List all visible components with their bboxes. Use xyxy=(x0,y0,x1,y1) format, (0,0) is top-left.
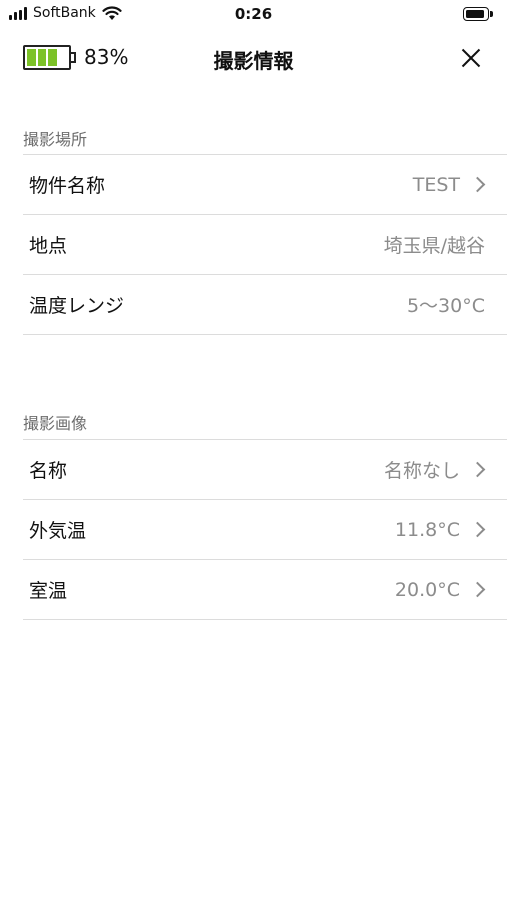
row-temperature-range: 温度レンジ 5～30°C xyxy=(23,275,507,335)
location-list: 物件名称 TEST 地点 埼玉県/越谷 温度レンジ 5～30°C xyxy=(23,154,507,335)
row-property-name[interactable]: 物件名称 TEST xyxy=(23,155,507,215)
row-label: 名称 xyxy=(29,460,68,482)
status-time: 0:26 xyxy=(234,5,273,23)
status-bar: SoftBank 0:26 xyxy=(0,0,507,32)
row-label: 外気温 xyxy=(29,520,87,542)
phone-battery-icon xyxy=(463,7,493,21)
chevron-right-icon xyxy=(469,461,486,478)
row-label: 地点 xyxy=(29,235,68,257)
row-value: 20.0°C xyxy=(394,578,460,601)
section-header-location: 撮影場所 xyxy=(23,130,88,149)
row-value: 11.8°C xyxy=(394,518,460,541)
close-icon[interactable] xyxy=(457,44,485,72)
section-header-image: 撮影画像 xyxy=(23,414,88,433)
row-label: 物件名称 xyxy=(29,175,106,197)
row-location: 地点 埼玉県/越谷 xyxy=(23,215,507,275)
row-value: 5～30°C xyxy=(406,295,485,317)
chevron-right-icon xyxy=(469,521,486,538)
row-value: 埼玉県/越谷 xyxy=(383,235,485,257)
row-label: 温度レンジ xyxy=(29,295,125,317)
chevron-right-icon xyxy=(469,581,486,598)
image-list: 名称 名称なし 外気温 11.8°C 室温 20.0°C xyxy=(23,439,507,620)
row-label: 室温 xyxy=(29,580,68,602)
row-image-name[interactable]: 名称 名称なし xyxy=(23,440,507,500)
nav-bar: 83% 撮影情報 xyxy=(0,32,507,86)
page-title: 撮影情報 xyxy=(213,49,294,73)
row-value: TEST xyxy=(412,173,460,196)
row-outdoor-temperature[interactable]: 外気温 11.8°C xyxy=(23,500,507,560)
row-value: 名称なし xyxy=(383,460,460,482)
chevron-right-icon xyxy=(469,176,486,193)
row-room-temperature[interactable]: 室温 20.0°C xyxy=(23,560,507,620)
